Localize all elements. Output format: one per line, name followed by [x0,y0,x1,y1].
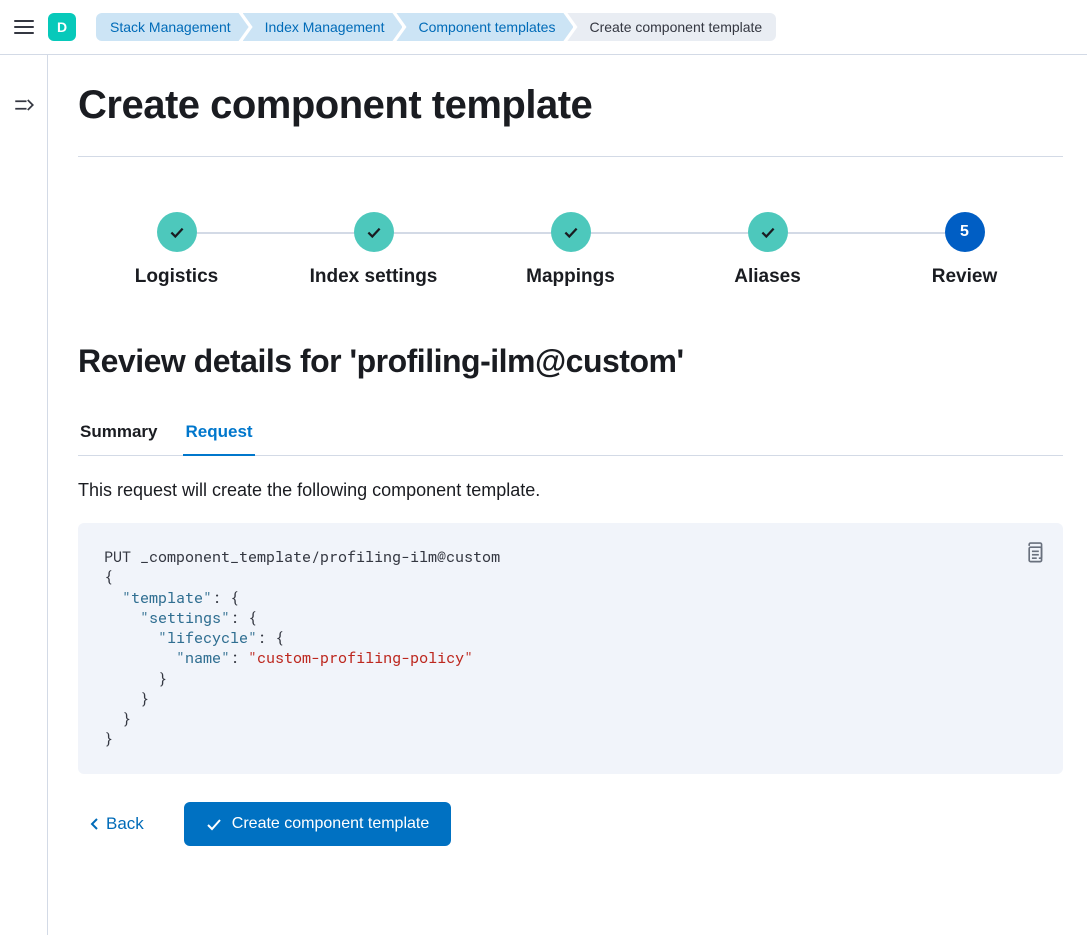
tab-request[interactable]: Request [183,412,254,455]
step-label: Aliases [734,266,801,288]
request-description: This request will create the following c… [78,480,1063,501]
step-connector [571,232,768,234]
step-check-icon [157,212,197,252]
workspace-badge[interactable]: D [48,13,76,41]
breadcrumb-current: Create component template [567,13,776,41]
code-line: } [104,689,1037,709]
chevron-left-icon [90,816,100,832]
step-label: Mappings [526,266,615,288]
wizard-step-review[interactable]: 5 Review [866,212,1063,288]
step-connector [374,232,571,234]
code-line: "name": "custom-profiling-policy" [104,648,1037,668]
step-check-icon [748,212,788,252]
layout: Create component template Logistics Index… [0,55,1087,935]
hamburger-menu-icon[interactable] [12,15,36,39]
step-number-icon: 5 [945,212,985,252]
code-line: "lifecycle": { [104,628,1037,648]
main-content: Create component template Logistics Index… [48,55,1087,935]
step-connector [177,232,374,234]
copy-icon[interactable] [1023,541,1045,563]
wizard-step-aliases[interactable]: Aliases [669,212,866,288]
divider [78,156,1063,157]
code-line: "template": { [104,588,1037,608]
step-check-icon [551,212,591,252]
back-button[interactable]: Back [90,814,144,834]
code-line: { [104,567,1037,587]
page-title: Create component template [78,83,1063,128]
wizard-step-index-settings[interactable]: Index settings [275,212,472,288]
review-title: Review details for 'profiling-ilm@custom… [78,343,1063,380]
tab-summary[interactable]: Summary [78,412,159,455]
breadcrumbs: Stack Management Index Management Compon… [96,13,770,41]
request-code-block: PUT _component_template/profiling-ilm@cu… [78,523,1063,774]
breadcrumb-component-templates[interactable]: Component templates [396,13,573,41]
step-label: Logistics [135,266,218,288]
wizard-steps: Logistics Index settings Mappings Aliases 5 R… [78,212,1063,288]
step-label: Index settings [310,266,438,288]
expand-sidebar-icon[interactable] [14,95,34,115]
code-line: "settings": { [104,608,1037,628]
breadcrumb-index-management[interactable]: Index Management [243,13,403,41]
footer-actions: Back Create component template [78,802,1063,846]
top-header: D Stack Management Index Management Comp… [0,0,1087,55]
code-line: } [104,709,1037,729]
create-component-template-button[interactable]: Create component template [184,802,451,846]
step-check-icon [354,212,394,252]
step-label: Review [932,266,997,288]
wizard-step-logistics[interactable]: Logistics [78,212,275,288]
check-icon [206,816,222,832]
code-line: PUT _component_template/profiling-ilm@cu… [104,547,1037,567]
code-line: } [104,729,1037,749]
breadcrumb-stack-management[interactable]: Stack Management [96,13,249,41]
step-connector [768,232,965,234]
sidebar [0,55,48,935]
create-button-label: Create component template [232,815,429,833]
review-tabs: Summary Request [78,412,1063,456]
wizard-step-mappings[interactable]: Mappings [472,212,669,288]
back-label: Back [106,814,144,834]
code-line: } [104,669,1037,689]
